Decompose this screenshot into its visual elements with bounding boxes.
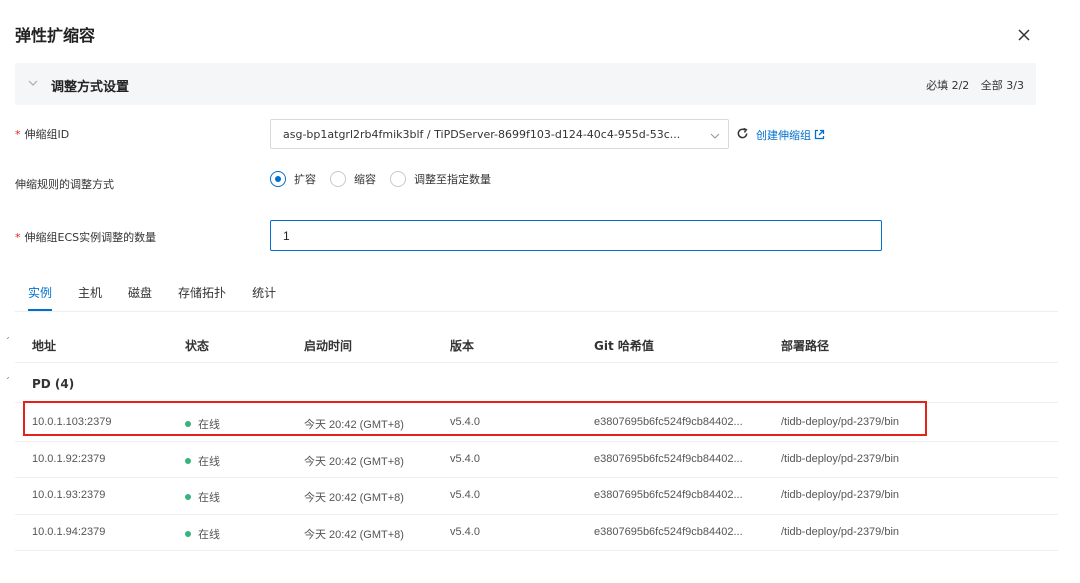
column-header-git-hash[interactable]: Git 哈希值: [594, 337, 654, 354]
refresh-icon[interactable]: [736, 127, 749, 140]
tab-hosts[interactable]: 主机: [78, 276, 102, 311]
chevron-down-icon: [710, 130, 720, 140]
count-input[interactable]: [270, 220, 882, 251]
cell-version: v5.4.0: [450, 526, 480, 538]
cell-deploy-path: /tidb-deploy/pd-2379/bin: [781, 526, 900, 538]
external-link-icon: [814, 129, 825, 140]
cell-address: 10.0.1.93:2379: [32, 489, 106, 501]
required-stat: 必填 2/2: [926, 79, 970, 92]
tab-bar: 实例 主机 磁盘 存储拓扑 统计: [15, 276, 289, 311]
section-title: 调整方式设置: [51, 80, 130, 95]
dialog-title: 弹性扩缩容: [15, 26, 96, 45]
row-divider: [15, 362, 1058, 363]
cell-address: 10.0.1.94:2379: [32, 526, 106, 538]
cell-git-hash: e3807695b6fc524f9cb84402...: [594, 453, 743, 465]
radio-unchecked: [330, 171, 346, 187]
section-stats: 必填 2/2 全部 3/3: [918, 77, 1024, 93]
radio-set-count[interactable]: 调整至指定数量: [390, 171, 491, 187]
total-stat: 全部 3/3: [980, 79, 1024, 92]
chevron-down-icon: [27, 77, 39, 89]
row-divider: [15, 477, 1058, 478]
cell-status: 在线: [185, 526, 220, 542]
cell-git-hash: e3807695b6fc524f9cb84402...: [594, 526, 743, 538]
cell-deploy-path: /tidb-deploy/pd-2379/bin: [781, 453, 900, 465]
row-divider: [15, 514, 1058, 515]
tick-mark: ˊ: [5, 337, 10, 348]
status-dot: [185, 531, 191, 537]
group-id-select[interactable]: asg-bp1atgrl2rb4fmik3blf / TiPDServer-86…: [270, 119, 729, 149]
column-header-status[interactable]: 状态: [185, 337, 209, 354]
required-mark: *: [15, 231, 21, 244]
cell-deploy-path: /tidb-deploy/pd-2379/bin: [781, 489, 900, 501]
column-header-start-time[interactable]: 启动时间: [304, 337, 352, 354]
row-divider: [15, 550, 1058, 551]
column-header-deploy-path[interactable]: 部署路径: [781, 337, 829, 354]
close-icon[interactable]: [1015, 26, 1033, 44]
tab-statistics[interactable]: 统计: [252, 276, 276, 311]
tabs-divider: [15, 311, 1058, 312]
cell-address: 10.0.1.92:2379: [32, 453, 106, 465]
status-dot: [185, 494, 191, 500]
status-dot: [185, 458, 191, 464]
column-header-version[interactable]: 版本: [450, 337, 474, 354]
rule-label: 伸缩规则的调整方式: [15, 178, 114, 191]
cell-start-time: 今天 20:42 (GMT+8): [304, 529, 404, 541]
cell-status: 在线: [185, 489, 220, 505]
radio-checked: [270, 171, 286, 187]
tab-disks[interactable]: 磁盘: [128, 276, 152, 311]
group-title[interactable]: PD (4): [32, 377, 74, 391]
highlight-box: [23, 401, 927, 436]
tick-mark: ˊ: [5, 377, 10, 388]
group-id-label: * 伸缩组ID: [15, 128, 70, 141]
cell-status: 在线: [185, 453, 220, 469]
section-header[interactable]: 调整方式设置 必填 2/2 全部 3/3: [15, 63, 1036, 105]
rule-radio-group: 扩容 缩容 调整至指定数量: [270, 171, 505, 187]
cell-start-time: 今天 20:42 (GMT+8): [304, 456, 404, 468]
cell-git-hash: e3807695b6fc524f9cb84402...: [594, 489, 743, 501]
cell-start-time: 今天 20:42 (GMT+8): [304, 492, 404, 504]
row-divider: [15, 441, 1058, 442]
group-id-value: asg-bp1atgrl2rb4fmik3blf / TiPDServer-86…: [283, 128, 681, 141]
tab-instances[interactable]: 实例: [28, 276, 53, 311]
count-label: * 伸缩组ECS实例调整的数量: [15, 231, 157, 244]
required-mark: *: [15, 128, 21, 141]
tab-storage-topology[interactable]: 存储拓扑: [178, 276, 226, 311]
radio-scale-in[interactable]: 缩容: [330, 171, 376, 187]
cell-version: v5.4.0: [450, 489, 480, 501]
radio-unchecked: [390, 171, 406, 187]
radio-scale-out[interactable]: 扩容: [270, 171, 316, 187]
create-group-link[interactable]: 创建伸缩组: [756, 127, 825, 143]
column-header-address[interactable]: 地址: [32, 337, 56, 354]
cell-version: v5.4.0: [450, 453, 480, 465]
